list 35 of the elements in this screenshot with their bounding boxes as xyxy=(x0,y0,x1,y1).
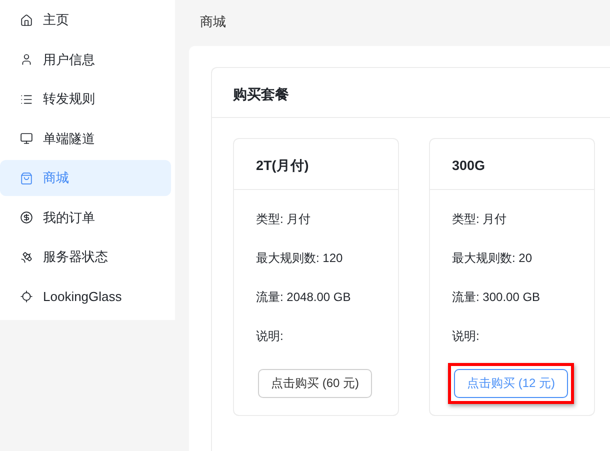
breadcrumb: 商城 xyxy=(200,14,226,29)
sidebar-item[interactable]: 我的订单 xyxy=(0,200,171,236)
plan-detail: 类型: 月付 xyxy=(256,212,311,226)
plan-detail: 最大规则数: 120 xyxy=(256,251,343,265)
sidebar-item-label: 用户信息 xyxy=(43,50,95,68)
home-icon xyxy=(20,14,33,26)
sidebar-item[interactable]: 主页 xyxy=(0,2,171,38)
plan-detail: 说明: xyxy=(452,329,480,343)
monitor-icon xyxy=(20,132,33,145)
sidebar-item-label: LookingGlass xyxy=(43,289,122,304)
plan-detail: 流量: 300.00 GB xyxy=(452,290,540,304)
sidebar-item[interactable]: 用户信息 xyxy=(0,42,171,78)
satellite-icon xyxy=(20,250,33,264)
sidebar-item[interactable]: LookingGlass xyxy=(0,278,171,314)
sidebar-item[interactable]: 单端隧道 xyxy=(0,120,171,156)
user-icon xyxy=(20,53,33,66)
card-title: 购买套餐 xyxy=(233,86,289,102)
sidebar-item[interactable]: 服务器状态 xyxy=(0,239,171,275)
sidebar-item[interactable]: 转发规则 xyxy=(0,81,171,117)
sidebar-item-label: 主页 xyxy=(43,11,69,29)
plan-title: 300G xyxy=(452,158,486,173)
coin-icon xyxy=(20,211,33,224)
plan-detail: 说明: xyxy=(256,329,284,343)
sidebar-item-label: 服务器状态 xyxy=(43,248,108,266)
plan-title: 2T(月付) xyxy=(256,158,309,173)
plan-detail: 最大规则数: 20 xyxy=(452,251,532,265)
sidebar-item-label: 我的订单 xyxy=(43,208,95,226)
buy-button[interactable]: 点击购买 (60 元) xyxy=(258,369,372,398)
crosshair-icon xyxy=(20,290,33,303)
sidebar-item-label: 商城 xyxy=(43,169,69,187)
sidebar-item-label: 单端隧道 xyxy=(43,130,95,148)
plan-detail: 类型: 月付 xyxy=(452,212,507,226)
sidebar-item-label: 转发规则 xyxy=(43,90,95,108)
shopping-bag-icon xyxy=(20,172,33,184)
plan-detail: 流量: 2048.00 GB xyxy=(256,290,351,304)
